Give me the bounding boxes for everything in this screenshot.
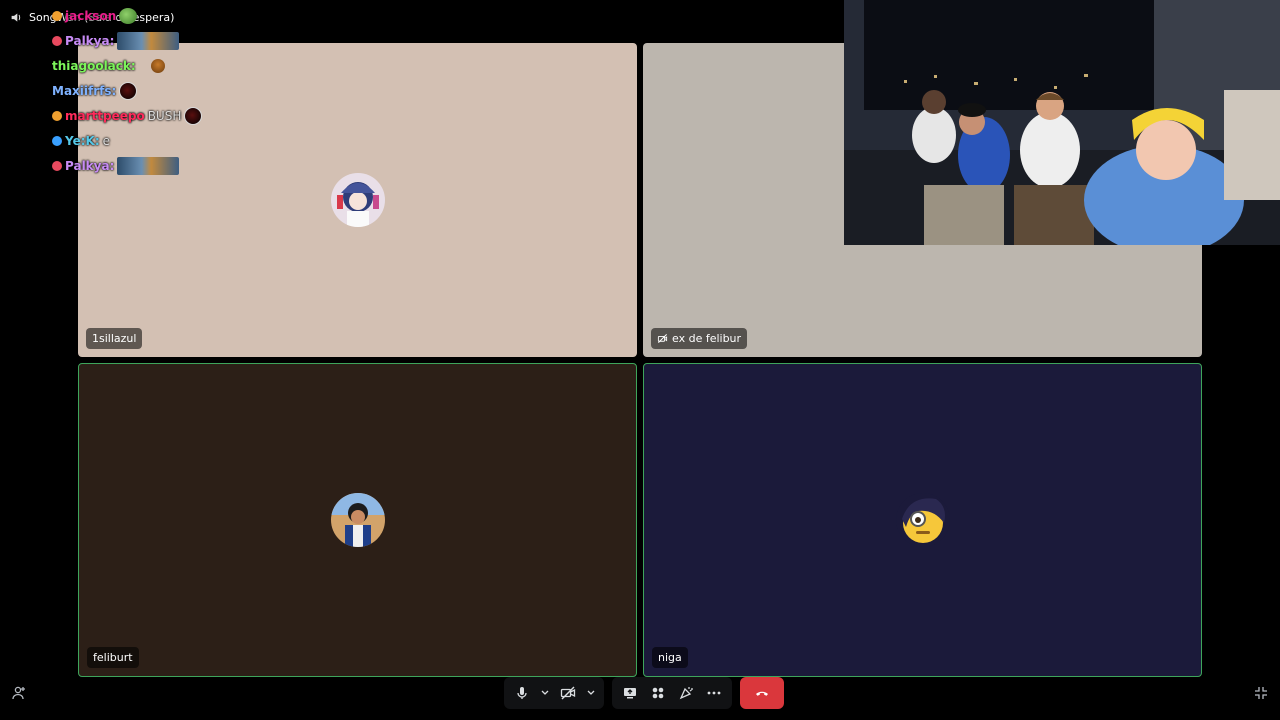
chat-username: marttpeepo: [65, 108, 145, 123]
soundboard-icon: [679, 687, 693, 700]
chat-message: Maxiifrfs:: [52, 81, 202, 100]
minimize-icon: [1255, 687, 1267, 699]
chat-badge: [52, 135, 62, 146]
image-emote-icon: [117, 31, 180, 50]
mic-camera-group: [504, 677, 604, 709]
activity-group: [612, 677, 732, 709]
screen-share-icon: [624, 688, 636, 699]
stream-chat-overlay: jackson Palkya: thiagoolack: Maxiifrfs: …: [52, 6, 203, 175]
phone-hangup-icon: [756, 691, 768, 696]
participant-name: niga: [658, 651, 682, 664]
ball-emote-icon: [119, 81, 138, 100]
chat-text: BUSH: [147, 108, 182, 123]
chat-message: Ye:K: e: [52, 131, 202, 150]
chat-message: thiagoolack:: [52, 56, 202, 75]
avatar: [895, 493, 950, 547]
activities-button[interactable]: [646, 681, 670, 705]
small-emote-icon: [150, 58, 165, 73]
soundboard-button[interactable]: [674, 681, 698, 705]
streamer-webcam-overlay: [844, 0, 1280, 245]
avatar: [330, 173, 385, 227]
chat-message: marttpeepo BUSH: [52, 106, 203, 125]
chat-message: Palkya:: [52, 156, 202, 175]
camera-off-icon: [657, 334, 668, 343]
microphone-button[interactable]: [510, 681, 534, 705]
participant-name: ex de felibur: [672, 332, 742, 345]
image-emote-icon: [117, 156, 180, 175]
speaker-icon: [11, 12, 21, 22]
microphone-icon: [517, 687, 527, 699]
camera-off-icon: [560, 686, 576, 700]
activities-icon: [652, 687, 664, 699]
more-options-button[interactable]: [702, 681, 726, 705]
call-controls: [504, 677, 784, 709]
participant-name: 1sillazul: [92, 332, 137, 345]
chat-username: jackson: [65, 8, 117, 23]
participant-name: feliburt: [93, 651, 133, 664]
chat-username: Ye:K:: [65, 133, 100, 148]
chat-message: Palkya:: [52, 31, 202, 50]
camera-button[interactable]: [556, 681, 580, 705]
chat-username: Maxiifrfs:: [52, 83, 117, 98]
participant-nameplate: feliburt: [87, 647, 139, 668]
chat-badge: [52, 160, 62, 171]
participant-tile-3[interactable]: feliburt: [78, 363, 637, 677]
frog-emote-icon: [119, 7, 138, 24]
participant-nameplate: niga: [652, 647, 688, 668]
chat-badge: [52, 10, 62, 21]
participant-tile-4[interactable]: niga: [643, 363, 1202, 677]
exit-fullscreen-button[interactable]: [1253, 685, 1269, 701]
chevron-down-icon: [541, 690, 549, 695]
screen-share-button[interactable]: [618, 681, 642, 705]
more-icon: [707, 691, 721, 695]
chat-username: Palkya:: [65, 158, 115, 173]
camera-options-button[interactable]: [584, 681, 598, 705]
microphone-options-button[interactable]: [538, 681, 552, 705]
avatar: [330, 493, 385, 547]
voice-call-stage: SongWan (Sala de espera) 1sillazul ex de…: [0, 0, 1280, 720]
add-user-icon: [12, 686, 25, 700]
chat-badge: [52, 110, 62, 121]
chat-username: Palkya:: [65, 33, 115, 48]
end-call-button[interactable]: [740, 677, 784, 709]
invite-button[interactable]: [11, 685, 27, 701]
chat-message: jackson: [52, 6, 202, 25]
chat-username: thiagoolack:: [52, 58, 136, 73]
ball-emote-icon: [184, 106, 203, 125]
participant-nameplate: ex de felibur: [651, 328, 748, 349]
chevron-down-icon: [587, 690, 595, 695]
participant-nameplate: 1sillazul: [86, 328, 143, 349]
chat-badge: [52, 35, 62, 46]
chat-text: e: [102, 133, 111, 148]
